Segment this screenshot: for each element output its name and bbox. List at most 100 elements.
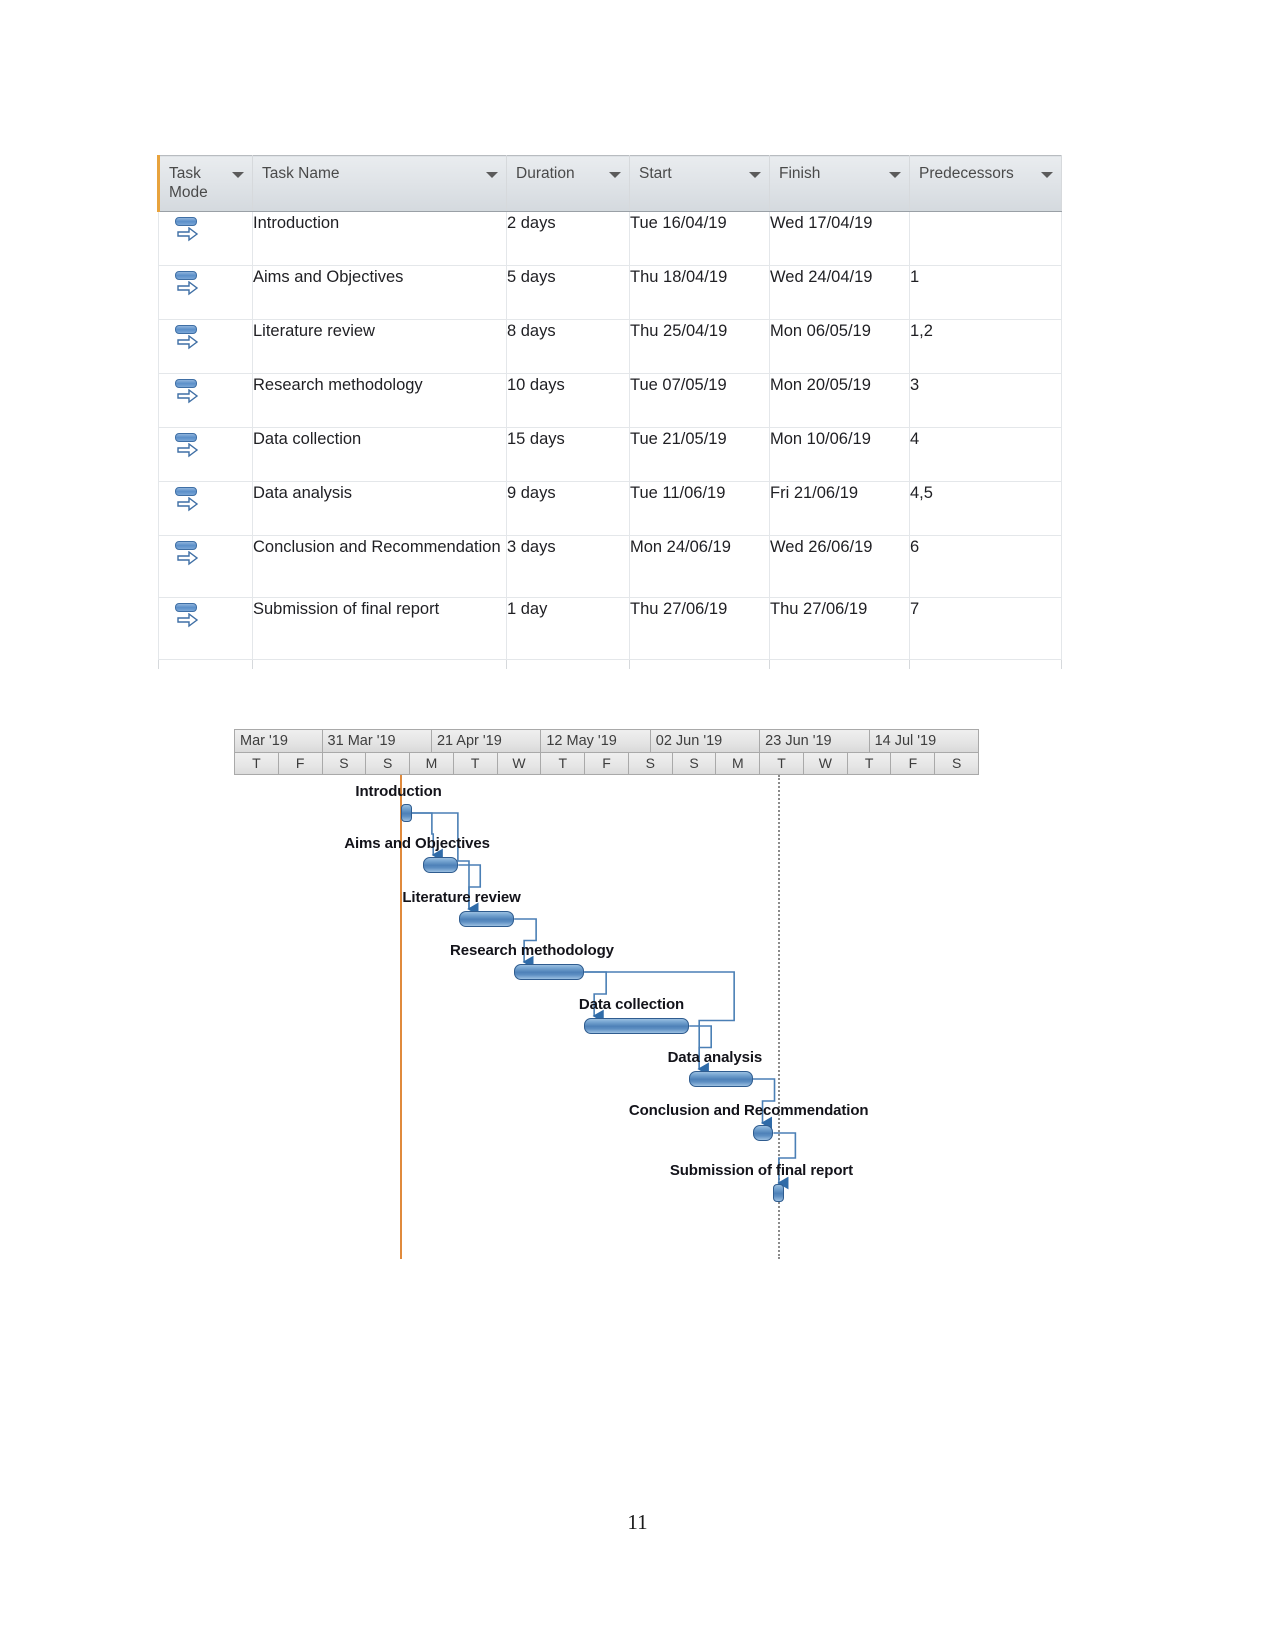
gantt-plot-area[interactable]: Introduction Aims and Objectives Literatur… xyxy=(234,775,979,1259)
gantt-task-bar[interactable] xyxy=(689,1071,753,1087)
cell-start[interactable]: Mon 24/06/19 xyxy=(629,535,770,598)
chevron-down-icon[interactable] xyxy=(749,172,761,178)
cell-task-mode[interactable] xyxy=(158,481,253,536)
auto-scheduled-icon[interactable] xyxy=(173,541,201,571)
cell-task-mode[interactable] xyxy=(158,535,253,598)
chevron-down-icon[interactable] xyxy=(1041,172,1053,178)
cell-duration[interactable]: 15 days xyxy=(506,427,630,482)
cell-predecessors[interactable]: 4,5 xyxy=(909,481,1062,536)
timeline-major-tick: 02 Jun '19 xyxy=(651,730,761,752)
gantt-task-bar[interactable] xyxy=(423,857,459,873)
cell-finish[interactable]: Wed 24/04/19 xyxy=(769,265,910,320)
table-row-partial xyxy=(158,659,1062,669)
cell-task-mode[interactable] xyxy=(158,211,253,266)
cell-duration[interactable]: 2 days xyxy=(506,211,630,266)
cell-predecessors[interactable]: 1,2 xyxy=(909,319,1062,374)
column-header-predecessors[interactable]: Predecessors xyxy=(909,155,1062,212)
gantt-task-bar[interactable] xyxy=(584,1018,690,1034)
table-row[interactable]: Conclusion and Recommendation 3 days Mon 2… xyxy=(158,535,1062,598)
cell-finish[interactable]: Thu 27/06/19 xyxy=(769,597,910,660)
cell-task-mode[interactable] xyxy=(158,597,253,660)
cell-predecessors[interactable]: 3 xyxy=(909,373,1062,428)
cell-predecessors[interactable]: 6 xyxy=(909,535,1062,598)
column-header-duration[interactable]: Duration xyxy=(506,155,630,212)
cell-finish[interactable]: Wed 17/04/19 xyxy=(769,211,910,266)
table-row[interactable]: Data collection 15 days Tue 21/05/19 Mon 10… xyxy=(158,427,1062,482)
cell-finish[interactable]: Mon 20/05/19 xyxy=(769,373,910,428)
gantt-task-bar[interactable] xyxy=(514,964,585,980)
cell-finish[interactable]: Mon 10/06/19 xyxy=(769,427,910,482)
cell-start[interactable]: Tue 16/04/19 xyxy=(629,211,770,266)
auto-scheduled-icon[interactable] xyxy=(173,433,201,463)
timeline-major-tick: 21 Apr '19 xyxy=(432,730,542,752)
cell-task-mode[interactable] xyxy=(158,265,253,320)
cell-finish[interactable]: Wed 26/06/19 xyxy=(769,535,910,598)
table-row[interactable]: Aims and Objectives 5 days Thu 18/04/19 Wed… xyxy=(158,265,1062,320)
cell-start[interactable]: Thu 18/04/19 xyxy=(629,265,770,320)
auto-scheduled-icon[interactable] xyxy=(173,379,201,409)
timeline-minor-tick: M xyxy=(410,753,454,774)
task-entry-table[interactable]: Task Mode Task Name Duration Start Finis… xyxy=(157,155,1062,669)
gantt-bar-label: Introduction xyxy=(355,783,442,800)
gantt-bar-label: Aims and Objectives xyxy=(344,835,490,852)
cell-start[interactable]: Tue 21/05/19 xyxy=(629,427,770,482)
cell-task-name[interactable]: Literature review xyxy=(252,319,507,374)
auto-scheduled-icon[interactable] xyxy=(173,325,201,355)
gantt-bar-label: Research methodology xyxy=(450,942,614,959)
cell-task-mode[interactable] xyxy=(158,373,253,428)
cell-task-name[interactable]: Data analysis xyxy=(252,481,507,536)
cell-start[interactable]: Thu 25/04/19 xyxy=(629,319,770,374)
gantt-task-bar[interactable] xyxy=(752,1125,774,1141)
gantt-task-bar[interactable] xyxy=(458,911,515,927)
cell-task-mode[interactable] xyxy=(158,319,253,374)
chevron-down-icon[interactable] xyxy=(889,172,901,178)
cell-predecessors[interactable]: 7 xyxy=(909,597,1062,660)
table-row[interactable]: Data analysis 9 days Tue 11/06/19 Fri 21/06… xyxy=(158,481,1062,536)
cell-finish[interactable]: Fri 21/06/19 xyxy=(769,481,910,536)
cell-start[interactable]: Tue 11/06/19 xyxy=(629,481,770,536)
cell-finish[interactable]: Mon 06/05/19 xyxy=(769,319,910,374)
table-row[interactable]: Introduction 2 days Tue 16/04/19 Wed 17/04/… xyxy=(158,211,1062,266)
chevron-down-icon[interactable] xyxy=(232,172,244,178)
timeline-minor-tick: F xyxy=(891,753,936,774)
cell-task-mode[interactable] xyxy=(158,427,253,482)
cell-duration[interactable]: 9 days xyxy=(506,481,630,536)
chevron-down-icon[interactable] xyxy=(609,172,621,178)
cell-start[interactable]: Thu 27/06/19 xyxy=(629,597,770,660)
cell-task-name[interactable]: Research methodology xyxy=(252,373,507,428)
column-header-start[interactable]: Start xyxy=(629,155,770,212)
cell-duration[interactable]: 5 days xyxy=(506,265,630,320)
gantt-bar-label: Literature review xyxy=(402,889,521,906)
cell-task-name[interactable]: Data collection xyxy=(252,427,507,482)
column-header-finish[interactable]: Finish xyxy=(769,155,910,212)
auto-scheduled-icon[interactable] xyxy=(173,603,201,633)
cell-start[interactable]: Tue 07/05/19 xyxy=(629,373,770,428)
cell-duration[interactable]: 3 days xyxy=(506,535,630,598)
table-row[interactable]: Submission of final report 1 day Thu 27/06… xyxy=(158,597,1062,660)
chevron-down-icon[interactable] xyxy=(486,172,498,178)
column-header-duration-label: Duration xyxy=(516,165,575,182)
table-row[interactable]: Research methodology 10 days Tue 07/05/19 M… xyxy=(158,373,1062,428)
timeline-minor-tick: M xyxy=(716,753,761,774)
gantt-task-bar[interactable] xyxy=(400,804,412,822)
cell-task-name[interactable]: Submission of final report xyxy=(252,597,507,660)
cell-task-name[interactable]: Aims and Objectives xyxy=(252,265,507,320)
auto-scheduled-icon[interactable] xyxy=(173,487,201,517)
column-header-task-mode[interactable]: Task Mode xyxy=(157,155,253,212)
gantt-task-bar[interactable] xyxy=(773,1184,785,1202)
cell-task-name[interactable]: Introduction xyxy=(252,211,507,266)
table-row[interactable]: Literature review 8 days Thu 25/04/19 Mon 0… xyxy=(158,319,1062,374)
gantt-bar-label: Submission of final report xyxy=(669,1162,854,1179)
cell-predecessors[interactable] xyxy=(909,211,1062,266)
timeline-major-tick: Mar '19 xyxy=(235,730,323,752)
cell-duration[interactable]: 1 day xyxy=(506,597,630,660)
auto-scheduled-icon[interactable] xyxy=(173,271,201,301)
cell-task-name[interactable]: Conclusion and Recommendation xyxy=(252,535,507,598)
column-header-task-name[interactable]: Task Name xyxy=(252,155,507,212)
auto-scheduled-icon[interactable] xyxy=(173,217,201,247)
gantt-chart[interactable]: Mar '19 31 Mar '19 21 Apr '19 12 May '19 02 … xyxy=(234,729,980,1259)
cell-duration[interactable]: 10 days xyxy=(506,373,630,428)
cell-duration[interactable]: 8 days xyxy=(506,319,630,374)
cell-predecessors[interactable]: 1 xyxy=(909,265,1062,320)
cell-predecessors[interactable]: 4 xyxy=(909,427,1062,482)
